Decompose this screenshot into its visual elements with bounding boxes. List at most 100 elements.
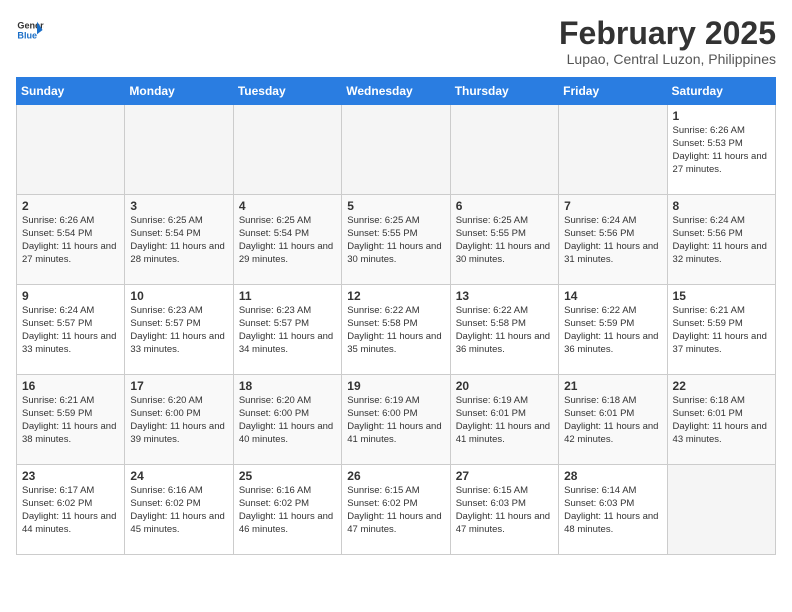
page-header: General Blue February 2025 Lupao, Centra…: [16, 16, 776, 67]
day-number: 1: [673, 109, 770, 123]
day-number: 13: [456, 289, 553, 303]
day-number: 10: [130, 289, 227, 303]
calendar-cell: 16Sunrise: 6:21 AM Sunset: 5:59 PM Dayli…: [17, 375, 125, 465]
calendar-header-row: SundayMondayTuesdayWednesdayThursdayFrid…: [17, 78, 776, 105]
week-row-4: 16Sunrise: 6:21 AM Sunset: 5:59 PM Dayli…: [17, 375, 776, 465]
day-info: Sunrise: 6:15 AM Sunset: 6:03 PM Dayligh…: [456, 485, 553, 536]
calendar-body: 1 Sunrise: 6:26 AM Sunset: 5:53 PM Daylig…: [17, 105, 776, 555]
day-number: 7: [564, 199, 661, 213]
calendar-cell: 25Sunrise: 6:16 AM Sunset: 6:02 PM Dayli…: [233, 465, 341, 555]
calendar-cell: 21 Sunrise: 6:18 AM Sunset: 6:01 PM Dayli…: [559, 375, 667, 465]
day-number: 12: [347, 289, 444, 303]
calendar-cell: 19Sunrise: 6:19 AM Sunset: 6:00 PM Dayli…: [342, 375, 450, 465]
day-info: Sunrise: 6:25 AM Sunset: 5:55 PM Dayligh…: [347, 215, 444, 266]
day-info: Sunrise: 6:22 AM Sunset: 5:58 PM Dayligh…: [456, 305, 553, 356]
calendar-cell: 5 Sunrise: 6:25 AM Sunset: 5:55 PM Daylig…: [342, 195, 450, 285]
calendar-cell: 12 Sunrise: 6:22 AM Sunset: 5:58 PM Dayli…: [342, 285, 450, 375]
day-number: 4: [239, 199, 336, 213]
title-block: February 2025 Lupao, Central Luzon, Phil…: [559, 16, 776, 67]
calendar-cell: 17 Sunrise: 6:20 AM Sunset: 6:00 PM Dayli…: [125, 375, 233, 465]
calendar-cell: 22Sunrise: 6:18 AM Sunset: 6:01 PM Dayli…: [667, 375, 775, 465]
day-info: Sunrise: 6:20 AM Sunset: 6:00 PM Dayligh…: [239, 395, 336, 446]
column-header-monday: Monday: [125, 78, 233, 105]
day-info: Sunrise: 6:24 AM Sunset: 5:57 PM Dayligh…: [22, 305, 119, 356]
day-info: Sunrise: 6:25 AM Sunset: 5:55 PM Dayligh…: [456, 215, 553, 266]
day-number: 21: [564, 379, 661, 393]
day-info: Sunrise: 6:20 AM Sunset: 6:00 PM Dayligh…: [130, 395, 227, 446]
calendar-cell: [233, 105, 341, 195]
week-row-5: 23 Sunrise: 6:17 AM Sunset: 6:02 PM Dayli…: [17, 465, 776, 555]
calendar-cell: 23 Sunrise: 6:17 AM Sunset: 6:02 PM Dayli…: [17, 465, 125, 555]
day-number: 27: [456, 469, 553, 483]
calendar-cell: 2 Sunrise: 6:26 AM Sunset: 5:54 PM Daylig…: [17, 195, 125, 285]
day-number: 18: [239, 379, 336, 393]
week-row-2: 2 Sunrise: 6:26 AM Sunset: 5:54 PM Daylig…: [17, 195, 776, 285]
calendar-cell: 7 Sunrise: 6:24 AM Sunset: 5:56 PM Daylig…: [559, 195, 667, 285]
column-header-wednesday: Wednesday: [342, 78, 450, 105]
calendar-cell: 13 Sunrise: 6:22 AM Sunset: 5:58 PM Dayli…: [450, 285, 558, 375]
column-header-saturday: Saturday: [667, 78, 775, 105]
calendar-cell: 24 Sunrise: 6:16 AM Sunset: 6:02 PM Dayli…: [125, 465, 233, 555]
calendar-cell: 10 Sunrise: 6:23 AM Sunset: 5:57 PM Dayli…: [125, 285, 233, 375]
column-header-thursday: Thursday: [450, 78, 558, 105]
day-number: 15: [673, 289, 770, 303]
day-info: Sunrise: 6:22 AM Sunset: 5:58 PM Dayligh…: [347, 305, 444, 356]
day-number: 17: [130, 379, 227, 393]
day-info: Sunrise: 6:21 AM Sunset: 5:59 PM Dayligh…: [673, 305, 770, 356]
column-header-tuesday: Tuesday: [233, 78, 341, 105]
day-number: 3: [130, 199, 227, 213]
day-number: 19: [347, 379, 444, 393]
day-number: 2: [22, 199, 119, 213]
day-info: Sunrise: 6:19 AM Sunset: 6:01 PM Dayligh…: [456, 395, 553, 446]
calendar-title: February 2025: [559, 16, 776, 51]
day-number: 24: [130, 469, 227, 483]
day-number: 11: [239, 289, 336, 303]
day-info: Sunrise: 6:25 AM Sunset: 5:54 PM Dayligh…: [239, 215, 336, 266]
day-info: Sunrise: 6:22 AM Sunset: 5:59 PM Dayligh…: [564, 305, 661, 356]
calendar-cell: [342, 105, 450, 195]
calendar-cell: 18 Sunrise: 6:20 AM Sunset: 6:00 PM Dayli…: [233, 375, 341, 465]
calendar-cell: 8Sunrise: 6:24 AM Sunset: 5:56 PM Daylig…: [667, 195, 775, 285]
day-number: 28: [564, 469, 661, 483]
day-number: 5: [347, 199, 444, 213]
day-info: Sunrise: 6:16 AM Sunset: 6:02 PM Dayligh…: [130, 485, 227, 536]
day-number: 6: [456, 199, 553, 213]
calendar-subtitle: Lupao, Central Luzon, Philippines: [559, 51, 776, 67]
day-info: Sunrise: 6:16 AM Sunset: 6:02 PM Dayligh…: [239, 485, 336, 536]
day-number: 16: [22, 379, 119, 393]
calendar-cell: [450, 105, 558, 195]
day-number: 20: [456, 379, 553, 393]
calendar-cell: [17, 105, 125, 195]
day-info: Sunrise: 6:18 AM Sunset: 6:01 PM Dayligh…: [564, 395, 661, 446]
day-info: Sunrise: 6:23 AM Sunset: 5:57 PM Dayligh…: [130, 305, 227, 356]
day-info: Sunrise: 6:24 AM Sunset: 5:56 PM Dayligh…: [564, 215, 661, 266]
day-info: Sunrise: 6:15 AM Sunset: 6:02 PM Dayligh…: [347, 485, 444, 536]
column-header-sunday: Sunday: [17, 78, 125, 105]
calendar-cell: 20 Sunrise: 6:19 AM Sunset: 6:01 PM Dayli…: [450, 375, 558, 465]
calendar-cell: 26 Sunrise: 6:15 AM Sunset: 6:02 PM Dayli…: [342, 465, 450, 555]
calendar-cell: 27 Sunrise: 6:15 AM Sunset: 6:03 PM Dayli…: [450, 465, 558, 555]
week-row-1: 1 Sunrise: 6:26 AM Sunset: 5:53 PM Daylig…: [17, 105, 776, 195]
day-info: Sunrise: 6:23 AM Sunset: 5:57 PM Dayligh…: [239, 305, 336, 356]
day-info: Sunrise: 6:26 AM Sunset: 5:53 PM Dayligh…: [673, 125, 770, 176]
calendar-cell: 9 Sunrise: 6:24 AM Sunset: 5:57 PM Daylig…: [17, 285, 125, 375]
calendar-cell: 3 Sunrise: 6:25 AM Sunset: 5:54 PM Daylig…: [125, 195, 233, 285]
day-info: Sunrise: 6:26 AM Sunset: 5:54 PM Dayligh…: [22, 215, 119, 266]
calendar-cell: [125, 105, 233, 195]
calendar-cell: 15 Sunrise: 6:21 AM Sunset: 5:59 PM Dayli…: [667, 285, 775, 375]
logo: General Blue: [16, 16, 44, 44]
day-number: 8: [673, 199, 770, 213]
calendar-cell: 1 Sunrise: 6:26 AM Sunset: 5:53 PM Daylig…: [667, 105, 775, 195]
calendar-cell: [667, 465, 775, 555]
calendar-cell: [559, 105, 667, 195]
calendar-table: SundayMondayTuesdayWednesdayThursdayFrid…: [16, 77, 776, 555]
day-info: Sunrise: 6:14 AM Sunset: 6:03 PM Dayligh…: [564, 485, 661, 536]
day-number: 23: [22, 469, 119, 483]
day-info: Sunrise: 6:17 AM Sunset: 6:02 PM Dayligh…: [22, 485, 119, 536]
day-number: 22: [673, 379, 770, 393]
calendar-cell: 28 Sunrise: 6:14 AM Sunset: 6:03 PM Dayli…: [559, 465, 667, 555]
day-number: 9: [22, 289, 119, 303]
day-number: 26: [347, 469, 444, 483]
day-number: 14: [564, 289, 661, 303]
day-info: Sunrise: 6:25 AM Sunset: 5:54 PM Dayligh…: [130, 215, 227, 266]
